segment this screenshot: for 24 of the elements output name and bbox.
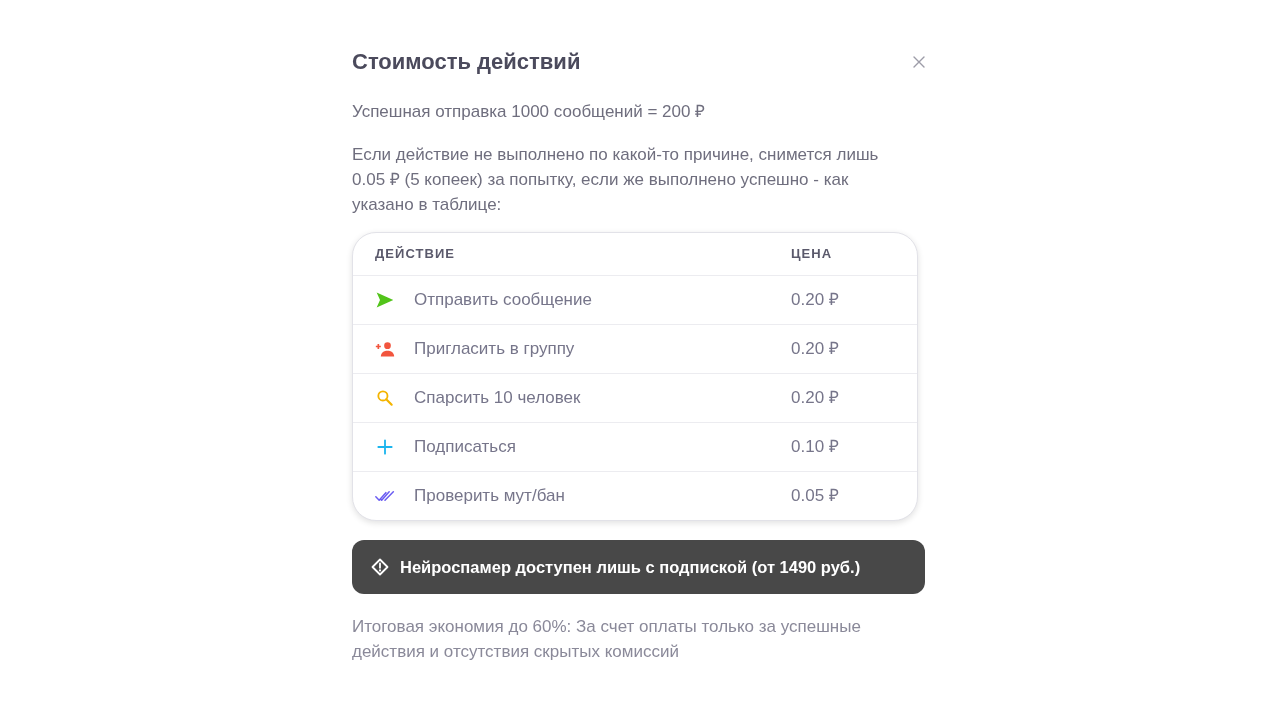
price-value: 0.20 ₽: [791, 387, 839, 410]
savings-note-text: Итоговая экономия до 60%: За счет оплаты только за успешные действия и отсутствия скрытых комиссий: [352, 616, 862, 663]
search-icon: [375, 388, 395, 408]
action-name: Проверить мут/бан: [414, 485, 565, 508]
dialog-title: Стоимость действий: [352, 48, 581, 76]
action-name: Подписаться: [414, 436, 516, 459]
column-header: ДЕЙСТВИЕ: [375, 245, 456, 264]
warning-diamond-icon: [371, 558, 389, 576]
price-value: 0.20 ₽: [791, 289, 839, 312]
close-icon: [913, 56, 925, 68]
close-button[interactable]: [913, 56, 925, 68]
column-header: ЦЕНА: [791, 245, 834, 264]
action-name: Отправить сообщение: [414, 289, 592, 312]
price-value: 0.10 ₽: [791, 436, 839, 459]
action-name: Пригласить в группу: [414, 338, 575, 361]
paper-plane-icon: [375, 290, 395, 310]
pricing-summary-text: Успешная отправка 1000 сообщений = 200 ₽: [352, 101, 707, 123]
price-value: 0.20 ₽: [791, 338, 839, 361]
notice-text: Нейроспамер доступен лишь с подпиской (от 1490 руб.): [400, 556, 861, 578]
action-name: Спарсить 10 человек: [414, 387, 581, 410]
pricing-description-text: Если действие не выполнено по какой-то причине, снимется лишь 0.05 ₽ (5 копеек) за попытку, если же выполнено успешно - как указано в таблице:: [352, 144, 880, 216]
plus-icon: [375, 437, 395, 457]
add-person-icon: [375, 339, 395, 359]
price-value: 0.05 ₽: [791, 485, 839, 508]
